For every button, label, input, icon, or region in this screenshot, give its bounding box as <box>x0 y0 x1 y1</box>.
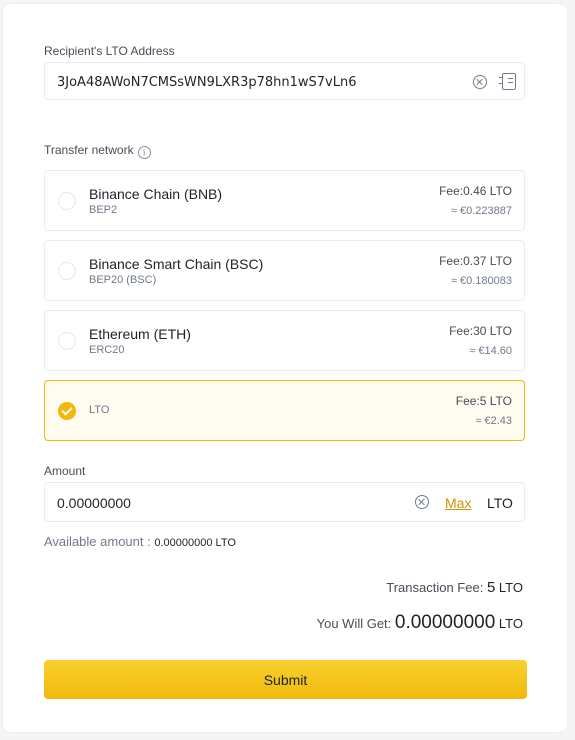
max-button[interactable]: Max <box>445 495 471 511</box>
available-amount: Available amount : 0.00000000 LTO <box>44 534 236 549</box>
network-option-bsc[interactable]: Binance Smart Chain (BSC) BEP20 (BSC) Fe… <box>44 240 525 301</box>
network-option-fee-eur: ≈ €14.60 <box>469 345 512 357</box>
amount-field[interactable]: 0.00000000 Max LTO <box>44 482 525 522</box>
radio-unchecked-icon[interactable] <box>58 192 76 210</box>
transfer-network-label: Transfer network i <box>44 143 151 159</box>
network-option-name: Ethereum (ETH) <box>89 326 191 342</box>
address-book-icon[interactable] <box>499 73 516 90</box>
amount-unit: LTO <box>487 495 513 511</box>
transaction-fee-value: 5 <box>486 579 496 596</box>
transaction-fee: Transaction Fee: 5 LTO <box>386 579 523 596</box>
you-will-get-label: You Will Get: <box>316 616 395 631</box>
network-option-fee-eur: ≈ €0.223887 <box>450 205 512 217</box>
info-icon[interactable]: i <box>137 146 151 159</box>
network-option-name: Binance Chain (BNB) <box>89 186 223 202</box>
available-amount-label: Available amount : <box>44 534 155 549</box>
network-option-name: Binance Smart Chain (BSC) <box>89 256 264 272</box>
available-amount-value: 0.00000000 LTO <box>154 537 236 549</box>
recipient-address-value[interactable]: 3JoA48AWoN7CMSsWN9LXR3p78hn1wS7vLn6 <box>57 75 356 90</box>
you-will-get: You Will Get: 0.00000000 LTO <box>317 612 523 634</box>
network-option-fee: Fee:30 LTO <box>449 324 512 338</box>
submit-button[interactable]: Submit <box>44 660 527 699</box>
network-option-fee-eur: ≈ €0.180083 <box>450 275 512 287</box>
network-option-sub: ERC20 <box>89 344 125 356</box>
radio-unchecked-icon[interactable] <box>58 332 76 350</box>
transfer-network-label-text: Transfer network <box>44 143 134 157</box>
clear-amount-icon[interactable] <box>415 495 429 509</box>
network-option-lto[interactable]: LTO Fee:5 LTO ≈ €2.43 <box>44 380 525 441</box>
recipient-address-label: Recipient's LTO Address <box>44 44 175 58</box>
network-option-fee-eur: ≈ €2.43 <box>475 415 512 427</box>
transaction-fee-unit: LTO <box>498 580 523 595</box>
amount-label: Amount <box>44 464 86 478</box>
network-option-fee: Fee:5 LTO <box>455 394 512 408</box>
radio-unchecked-icon[interactable] <box>58 262 76 280</box>
network-option-sub: LTO <box>89 404 110 416</box>
network-option-bnb[interactable]: Binance Chain (BNB) BEP2 Fee:0.46 LTO ≈ … <box>44 170 525 231</box>
recipient-address-field[interactable]: 3JoA48AWoN7CMSsWN9LXR3p78hn1wS7vLn6 <box>44 62 525 100</box>
transaction-fee-label: Transaction Fee: <box>386 580 487 595</box>
network-option-sub: BEP2 <box>89 204 118 216</box>
amount-value[interactable]: 0.00000000 <box>57 495 131 511</box>
you-will-get-unit: LTO <box>498 616 523 631</box>
you-will-get-value: 0.00000000 <box>394 612 496 633</box>
withdraw-card: Recipient's LTO Address 3JoA48AWoN7CMSsW… <box>3 4 567 732</box>
clear-address-icon[interactable] <box>473 75 487 89</box>
radio-checked-icon[interactable] <box>58 402 76 420</box>
network-option-fee: Fee:0.46 LTO <box>439 184 512 198</box>
network-option-fee: Fee:0.37 LTO <box>439 254 512 268</box>
network-option-eth[interactable]: Ethereum (ETH) ERC20 Fee:30 LTO ≈ €14.60 <box>44 310 525 371</box>
network-option-sub: BEP20 (BSC) <box>89 274 157 286</box>
